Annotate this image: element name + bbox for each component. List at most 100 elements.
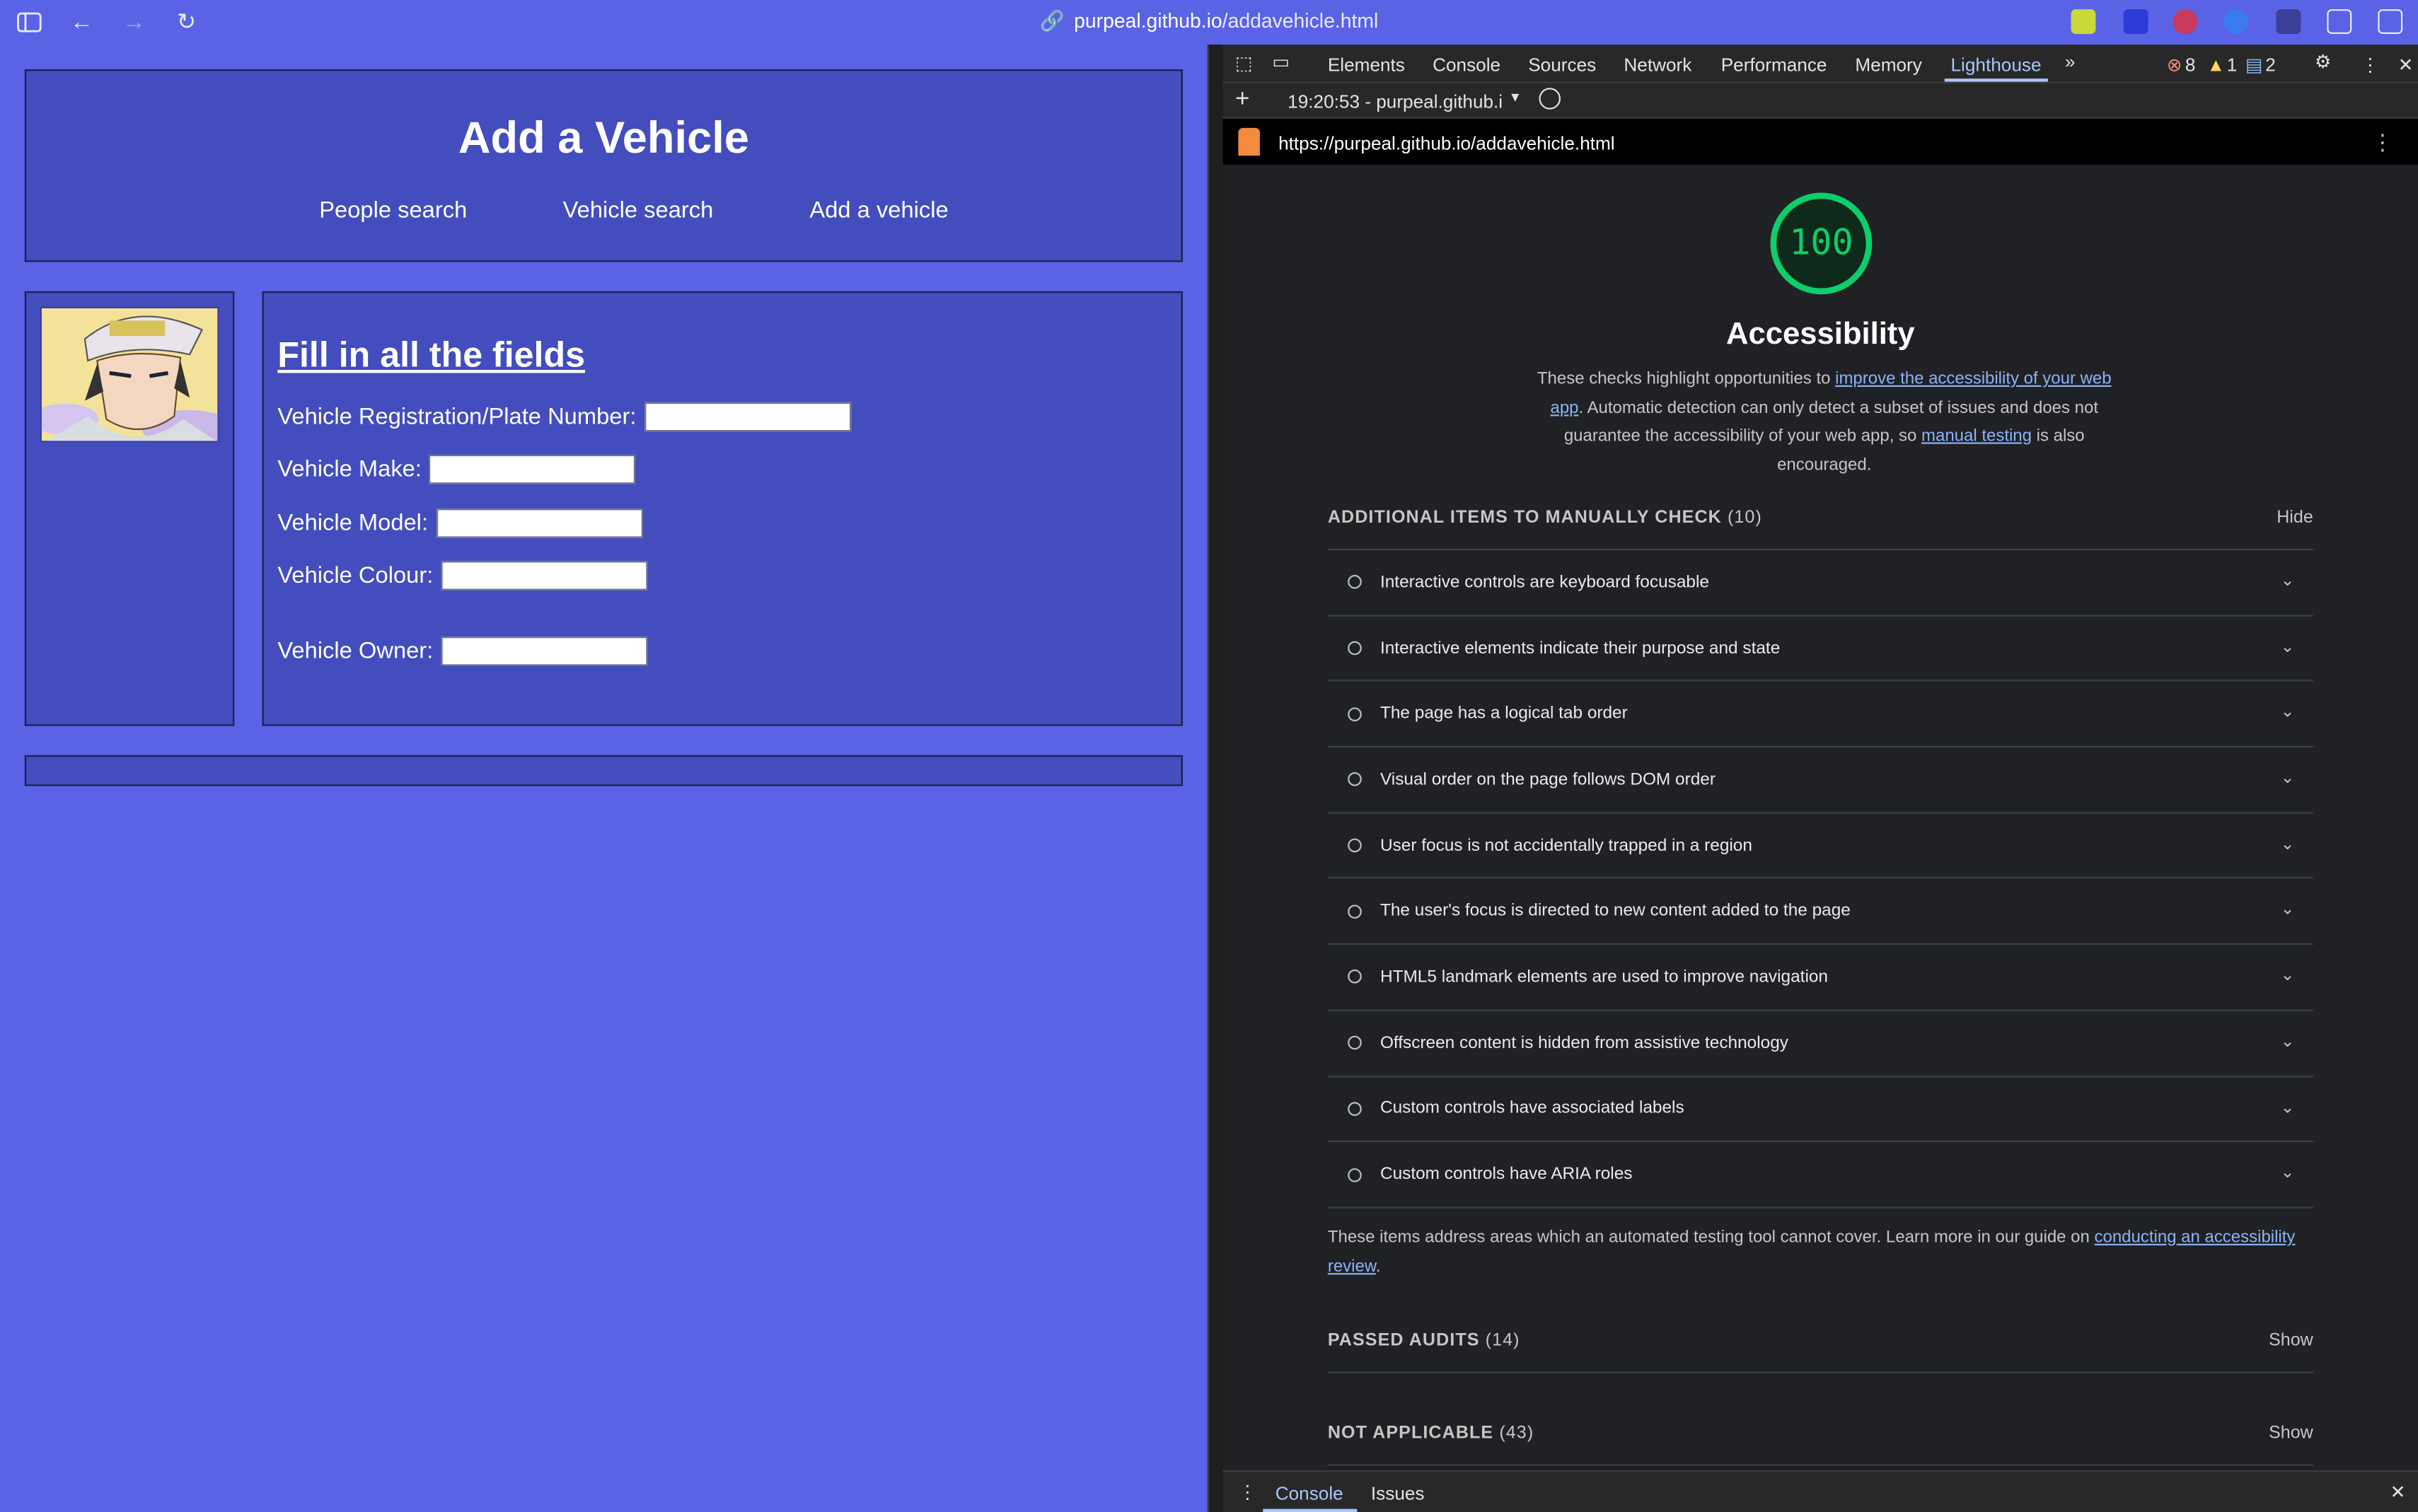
audit-item[interactable]: The page has a logical tab order ⌄ xyxy=(1327,682,2313,748)
desc-text: These checks highlight opportunities to xyxy=(1537,370,1836,389)
show-toggle[interactable]: Show xyxy=(2269,1424,2313,1443)
field-label: Vehicle Colour: xyxy=(277,562,434,589)
extension-icon[interactable] xyxy=(2123,9,2148,34)
manual-check-note: These items address areas which an autom… xyxy=(1328,1223,2313,1281)
show-toggle[interactable]: Show xyxy=(2269,1332,2313,1350)
audit-circle-icon xyxy=(1348,1101,1362,1116)
error-icon[interactable]: ⊗ xyxy=(2167,54,2182,76)
chevron-down-icon[interactable]: ⌄ xyxy=(2281,570,2295,591)
devtools-panel: ⬚ ▭ Elements Console Sources Network Per… xyxy=(1207,45,2418,1512)
chevron-down-icon[interactable]: ⌄ xyxy=(2281,767,2295,788)
device-toolbar-icon[interactable]: ▭ xyxy=(1272,51,1290,73)
kebab-menu-icon[interactable]: ⋮ xyxy=(2361,54,2379,76)
extension-icon[interactable] xyxy=(2173,9,2198,34)
tab-sources[interactable]: Sources xyxy=(1528,54,1596,76)
pen-extension-icon[interactable] xyxy=(2276,9,2301,34)
extensions-menu-icon[interactable] xyxy=(2327,9,2352,34)
browser-toolbar: ← → ↻ 🔗 purpeal.github.io/addavehicle.htm… xyxy=(0,0,2418,45)
audit-item[interactable]: Interactive controls are keyboard focusa… xyxy=(1327,550,2313,617)
chevron-down-icon[interactable]: ⌄ xyxy=(2281,636,2295,656)
field-model: Vehicle Model: xyxy=(277,508,643,538)
field-label: Vehicle Make: xyxy=(277,456,422,483)
audit-title: Visual order on the page follows DOM ord… xyxy=(1379,770,1716,789)
warning-count: 1 xyxy=(2226,54,2238,76)
audit-title: User focus is not accidentally trapped i… xyxy=(1379,836,1752,855)
drawer-tab-console[interactable]: Console xyxy=(1275,1483,1343,1505)
devtools-tabbar: ⬚ ▭ Elements Console Sources Network Per… xyxy=(1222,45,2418,83)
drawer-tab-issues[interactable]: Issues xyxy=(1371,1483,1425,1505)
section-title: NOT APPLICABLE xyxy=(1327,1424,1494,1443)
audit-item[interactable]: The user's focus is directed to new cont… xyxy=(1327,879,2313,946)
nav-link-add-vehicle[interactable]: Add a vehicle xyxy=(809,197,948,223)
report-url[interactable]: https://purpeal.github.io/addavehicle.ht… xyxy=(1278,132,1615,154)
audit-item[interactable]: Offscreen content is hidden from assisti… xyxy=(1327,1011,2313,1077)
manual-check-section-header[interactable]: ADDITIONAL ITEMS TO MANUALLY CHECK (10) … xyxy=(1328,508,2313,527)
chevron-down-icon[interactable]: ⌄ xyxy=(2281,1163,2295,1182)
score-value: 100 xyxy=(1789,223,1853,264)
section-title: ADDITIONAL ITEMS TO MANUALLY CHECK xyxy=(1327,508,1722,528)
clear-icon[interactable] xyxy=(1539,88,1561,110)
audit-title: The page has a logical tab order xyxy=(1379,704,1628,723)
close-drawer-icon[interactable]: ✕ xyxy=(2390,1481,2406,1503)
drawer-menu-icon[interactable]: ⋮ xyxy=(1238,1481,1256,1503)
audit-item[interactable]: HTML5 landmark elements are used to impr… xyxy=(1327,945,2313,1011)
address-bar[interactable]: 🔗 purpeal.github.io/addavehicle.html xyxy=(0,9,2418,34)
sidebar-right-icon[interactable] xyxy=(2378,9,2403,34)
hide-toggle[interactable]: Hide xyxy=(2277,508,2313,527)
tab-memory[interactable]: Memory xyxy=(1855,54,1921,76)
audit-circle-icon xyxy=(1348,641,1362,656)
more-tabs-icon[interactable]: » xyxy=(2065,51,2076,73)
chevron-down-icon[interactable]: ▾ xyxy=(1511,89,1519,106)
section-count: (10) xyxy=(1727,508,1762,528)
chevron-down-icon[interactable]: ⌄ xyxy=(2281,834,2295,854)
report-url-bar: https://purpeal.github.io/addavehicle.ht… xyxy=(1222,118,2418,165)
report-selector[interactable]: 19:20:53 - purpeal.github.i xyxy=(1288,91,1503,113)
error-count: 8 xyxy=(2185,54,2196,76)
warning-icon[interactable]: ▲ xyxy=(2206,54,2225,76)
tab-console[interactable]: Console xyxy=(1433,54,1500,76)
chevron-down-icon[interactable]: ⌄ xyxy=(2281,1097,2295,1117)
score-gauge: 100 xyxy=(1770,192,1873,295)
audit-item[interactable]: Custom controls have associated labels ⌄ xyxy=(1327,1076,2313,1143)
chevron-down-icon[interactable]: ⌄ xyxy=(2281,965,2295,985)
audit-item[interactable]: User focus is not accidentally trapped i… xyxy=(1327,813,2313,880)
audit-circle-icon xyxy=(1348,575,1362,590)
link-icon: 🔗 xyxy=(1039,9,1065,33)
new-report-icon[interactable]: + xyxy=(1235,86,1249,114)
chevron-down-icon[interactable]: ⌄ xyxy=(2281,702,2295,722)
inspect-element-icon[interactable]: ⬚ xyxy=(1235,52,1253,74)
model-input[interactable] xyxy=(435,508,643,538)
lighthouse-toolbar: + 19:20:53 - purpeal.github.i ▾ xyxy=(1222,83,2418,119)
nav-link-people-search[interactable]: People search xyxy=(319,197,467,223)
audit-title: Interactive elements indicate their purp… xyxy=(1379,639,1781,658)
chevron-down-icon[interactable]: ⌄ xyxy=(2281,900,2295,919)
extension-icon[interactable] xyxy=(2223,9,2249,34)
registration-input[interactable] xyxy=(644,402,851,432)
audit-title: Interactive controls are keyboard focusa… xyxy=(1379,573,1709,592)
tab-performance[interactable]: Performance xyxy=(1721,54,1827,76)
manual-testing-link[interactable]: manual testing xyxy=(1921,427,2032,446)
nav-link-vehicle-search[interactable]: Vehicle search xyxy=(563,197,714,223)
audit-item[interactable]: Visual order on the page follows DOM ord… xyxy=(1327,748,2313,814)
extension-icon[interactable] xyxy=(2071,9,2096,34)
tab-elements[interactable]: Elements xyxy=(1328,54,1405,76)
not-applicable-section-header[interactable]: NOT APPLICABLE (43) Show xyxy=(1328,1424,2313,1443)
settings-gear-icon[interactable]: ⚙ xyxy=(2315,51,2331,73)
web-page: Add a Vehicle People search Vehicle sear… xyxy=(0,45,1208,1512)
tab-network[interactable]: Network xyxy=(1624,54,1691,76)
header-panel: Add a Vehicle People search Vehicle sear… xyxy=(24,69,1183,262)
make-input[interactable] xyxy=(429,454,636,484)
report-menu-icon[interactable]: ⋮ xyxy=(2372,129,2394,156)
audit-title: Offscreen content is hidden from assisti… xyxy=(1379,1033,1789,1052)
chevron-down-icon[interactable]: ⌄ xyxy=(2281,1031,2295,1051)
audit-item[interactable]: Interactive elements indicate their purp… xyxy=(1327,616,2313,682)
colour-input[interactable] xyxy=(441,561,648,591)
tab-lighthouse[interactable]: Lighthouse xyxy=(1944,54,2047,82)
field-owner: Vehicle Owner: xyxy=(277,636,648,666)
message-icon[interactable]: ▤ xyxy=(2245,54,2263,76)
passed-audits-section-header[interactable]: PASSED AUDITS (14) Show xyxy=(1328,1332,2313,1350)
audit-item[interactable]: Custom controls have ARIA roles ⌄ xyxy=(1327,1142,2313,1209)
devtools-resize-handle[interactable] xyxy=(1207,45,1223,1512)
owner-input[interactable] xyxy=(441,636,648,666)
close-devtools-icon[interactable]: ✕ xyxy=(2398,54,2414,76)
